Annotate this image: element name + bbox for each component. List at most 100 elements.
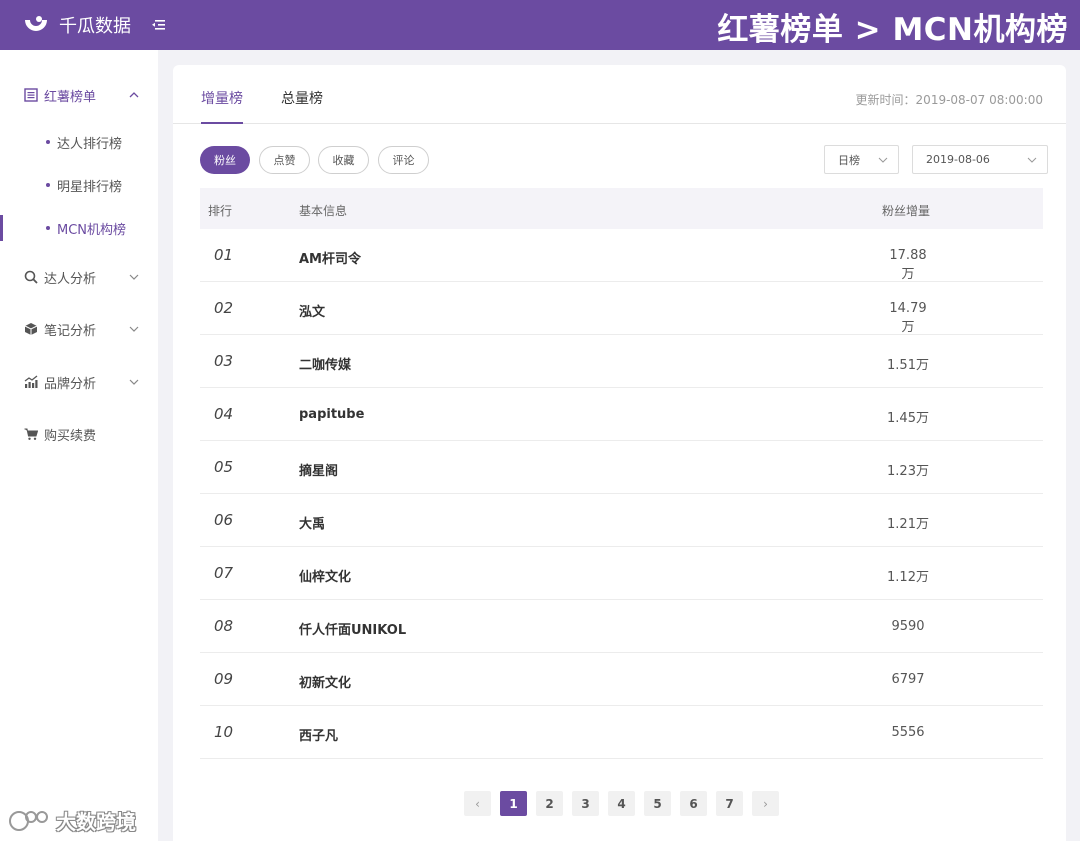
- tab-increment[interactable]: 增量榜: [201, 88, 243, 124]
- sidebar-group-label: 购买续费: [44, 428, 97, 444]
- tab-total[interactable]: 总量榜: [281, 88, 323, 108]
- sidebar-item-star-ranking[interactable]: 明星排行榜: [0, 170, 158, 200]
- fan-increase-value: 1.12万: [887, 570, 929, 585]
- table-header: 排行 基本信息 粉丝增量: [200, 188, 1043, 229]
- chevron-down-icon: [129, 326, 139, 332]
- sidebar: 红薯榜单 达人排行榜 明星排行榜 MCN机构榜 达人分析 笔记分析 品牌分析 购…: [0, 50, 158, 841]
- table-row[interactable]: 04 papitube 1.45万: [200, 388, 1043, 441]
- rank-number: 06: [214, 511, 234, 529]
- page-heading: 红薯榜单 > MCN机构榜: [717, 12, 1068, 48]
- search-icon: [24, 270, 38, 284]
- fan-increase-value: 1.45万: [887, 411, 929, 426]
- fan-increase-value: 14.79万: [889, 301, 927, 335]
- cube-icon: [24, 323, 38, 335]
- table-row[interactable]: 01 AM杆司令 17.88万: [200, 229, 1043, 282]
- fan-increase-value: 17.88万: [889, 248, 927, 282]
- menu-toggle-icon[interactable]: [151, 17, 167, 33]
- sidebar-group-note-analysis[interactable]: 笔记分析: [0, 314, 158, 344]
- watermark: 大数跨境: [8, 806, 136, 835]
- tab-bar: 增量榜 总量榜 更新时间：2019-08-07 08:00:00: [173, 65, 1066, 124]
- agency-name[interactable]: AM杆司令: [299, 248, 361, 267]
- chevron-down-icon: [878, 157, 888, 163]
- filter-collects-button[interactable]: 收藏: [318, 146, 369, 174]
- fan-increase-value: 1.51万: [887, 358, 929, 373]
- agency-name[interactable]: 二咖传媒: [299, 354, 351, 373]
- sidebar-group-purchase[interactable]: 购买续费: [0, 419, 158, 449]
- column-header-fan-increase[interactable]: 粉丝增量: [882, 202, 930, 219]
- agency-name[interactable]: 大禹: [299, 513, 325, 532]
- chevron-down-icon: [1027, 157, 1037, 163]
- sidebar-item-influencer-ranking[interactable]: 达人排行榜: [0, 127, 158, 157]
- fan-increase-value: 6797: [891, 672, 925, 687]
- rank-number: 08: [214, 617, 234, 635]
- sidebar-item-label: MCN机构榜: [57, 222, 127, 238]
- agency-name[interactable]: 摘星阁: [299, 460, 338, 479]
- sidebar-group-label: 达人分析: [44, 271, 97, 287]
- agency-name[interactable]: 泓文: [299, 301, 325, 320]
- filter-comments-button[interactable]: 评论: [378, 146, 429, 174]
- period-select-value: 日榜: [838, 153, 860, 167]
- filter-likes-button[interactable]: 点赞: [259, 146, 310, 174]
- fan-increase-value: 1.23万: [887, 464, 929, 479]
- sidebar-item-label: 达人排行榜: [57, 136, 123, 152]
- ranking-card: 增量榜 总量榜 更新时间：2019-08-07 08:00:00 粉丝 点赞 收…: [173, 65, 1066, 841]
- rank-number: 09: [214, 670, 234, 688]
- sidebar-group-label: 品牌分析: [44, 376, 97, 392]
- logo[interactable]: 千瓜数据: [22, 11, 131, 39]
- list-icon: [24, 88, 38, 102]
- rank-number: 10: [214, 723, 234, 741]
- table-row[interactable]: 10 西子凡 5556: [200, 706, 1043, 759]
- pagination-page-6[interactable]: 6: [680, 791, 707, 816]
- watermark-logo-icon: [9, 810, 48, 831]
- agency-name[interactable]: 西子凡: [299, 725, 338, 744]
- sidebar-group-rankings[interactable]: 红薯榜单: [0, 80, 158, 110]
- table-row[interactable]: 02 泓文 14.79万: [200, 282, 1043, 335]
- top-bar: 千瓜数据 红薯榜单 > MCN机构榜: [0, 0, 1080, 50]
- fan-increase-value: 5556: [891, 725, 925, 740]
- table-row[interactable]: 06 大禹 1.21万: [200, 494, 1043, 547]
- chevron-up-icon: [129, 92, 139, 98]
- sidebar-group-influencer-analysis[interactable]: 达人分析: [0, 262, 158, 292]
- pagination-next-button[interactable]: ›: [752, 791, 779, 816]
- pagination-page-4[interactable]: 4: [608, 791, 635, 816]
- update-time: 更新时间：2019-08-07 08:00:00: [855, 93, 1043, 107]
- sidebar-item-mcn-ranking[interactable]: MCN机构榜: [0, 213, 158, 243]
- bullet-icon: [46, 226, 50, 230]
- pagination-page-1[interactable]: 1: [500, 791, 527, 816]
- chevron-down-icon: [129, 274, 139, 280]
- agency-name[interactable]: 仙梓文化: [299, 566, 351, 585]
- chart-icon: [24, 375, 38, 388]
- rank-number: 03: [214, 352, 234, 370]
- filter-fans-button[interactable]: 粉丝: [200, 146, 250, 174]
- table-row[interactable]: 08 仟人仟面UNIKOL 9590: [200, 600, 1043, 653]
- date-select-value: 2019-08-06: [926, 153, 990, 166]
- pagination-prev-button[interactable]: ‹: [464, 791, 491, 816]
- rank-number: 04: [214, 405, 234, 423]
- period-select[interactable]: 日榜: [824, 145, 899, 174]
- pagination-page-3[interactable]: 3: [572, 791, 599, 816]
- pagination-page-5[interactable]: 5: [644, 791, 671, 816]
- sidebar-item-label: 明星排行榜: [57, 179, 123, 195]
- watermark-text: 大数跨境: [56, 810, 136, 834]
- pagination-page-2[interactable]: 2: [536, 791, 563, 816]
- fan-increase-value: 9590: [891, 619, 925, 634]
- cart-icon: [24, 428, 38, 440]
- agency-name[interactable]: 仟人仟面UNIKOL: [299, 619, 406, 638]
- table-row[interactable]: 05 摘星阁 1.23万: [200, 441, 1043, 494]
- table-row[interactable]: 09 初新文化 6797: [200, 653, 1043, 706]
- sidebar-group-brand-analysis[interactable]: 品牌分析: [0, 367, 158, 397]
- sidebar-group-label: 红薯榜单: [44, 89, 97, 105]
- bullet-icon: [46, 183, 50, 187]
- date-select[interactable]: 2019-08-06: [912, 145, 1048, 174]
- agency-name[interactable]: 初新文化: [299, 672, 351, 691]
- sidebar-group-label: 笔记分析: [44, 323, 97, 339]
- table-row[interactable]: 03 二咖传媒 1.51万: [200, 335, 1043, 388]
- chevron-down-icon: [129, 379, 139, 385]
- agency-name[interactable]: papitube: [299, 407, 364, 422]
- column-header-rank: 排行: [208, 204, 233, 218]
- rank-number: 02: [214, 299, 234, 317]
- fan-increase-value: 1.21万: [887, 517, 929, 532]
- pagination-page-7[interactable]: 7: [716, 791, 743, 816]
- table-row[interactable]: 07 仙梓文化 1.12万: [200, 547, 1043, 600]
- rank-number: 01: [214, 246, 234, 264]
